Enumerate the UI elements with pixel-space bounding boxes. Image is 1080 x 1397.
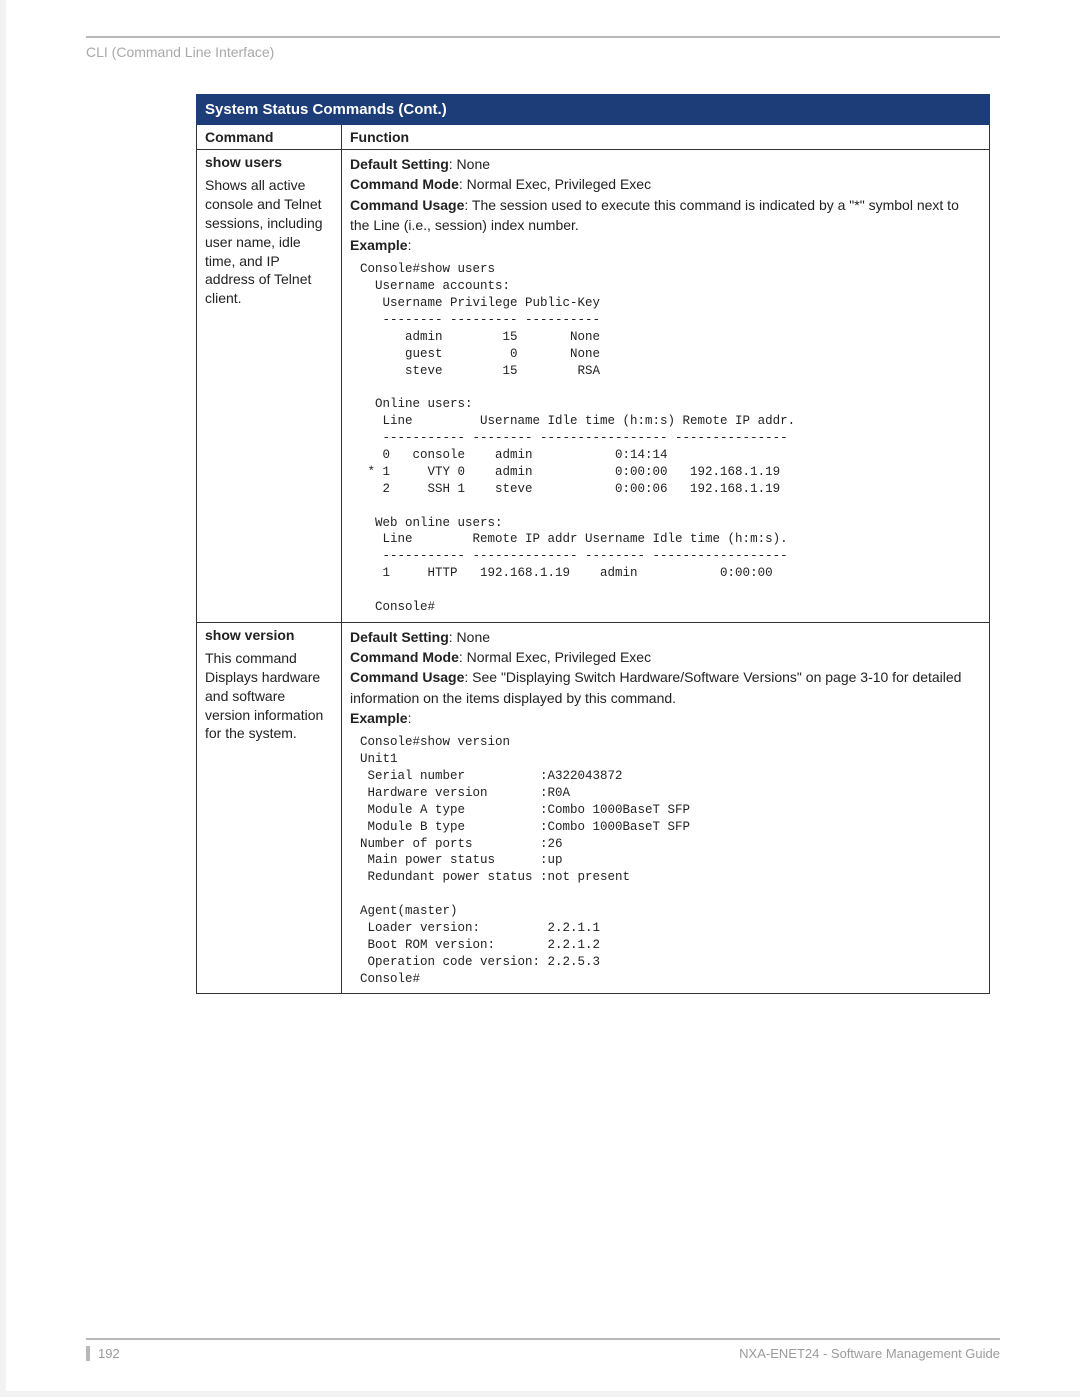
command-description: This command Displays hardware and softw…	[205, 649, 333, 743]
example-output: Console#show version Unit1 Serial number…	[360, 734, 981, 987]
default-setting-label: Default Setting	[350, 156, 449, 172]
page-footer: 192 NXA-ENET24 - Software Management Gui…	[86, 1338, 1000, 1361]
function-cell: Default Setting: None Command Mode: Norm…	[342, 622, 990, 994]
command-mode-value: : Normal Exec, Privileged Exec	[459, 176, 651, 192]
function-cell: Default Setting: None Command Mode: Norm…	[342, 150, 990, 623]
page: CLI (Command Line Interface) System Stat…	[0, 0, 1080, 1397]
example-label: Example	[350, 710, 408, 726]
running-header: CLI (Command Line Interface)	[86, 44, 1000, 60]
content-area: System Status Commands (Cont.) Command F…	[196, 94, 990, 994]
header-rule	[86, 36, 1000, 38]
system-status-commands-table: System Status Commands (Cont.) Command F…	[196, 94, 990, 994]
command-usage-label: Command Usage	[350, 669, 464, 685]
command-cell: show users Shows all active console and …	[197, 150, 342, 623]
example-label: Example	[350, 237, 408, 253]
command-mode-label: Command Mode	[350, 649, 459, 665]
default-setting-label: Default Setting	[350, 629, 449, 645]
table-row: show users Shows all active console and …	[197, 150, 990, 623]
footer-rule	[86, 1338, 1000, 1340]
table-row: show version This command Displays hardw…	[197, 622, 990, 994]
default-setting-value: : None	[449, 156, 490, 172]
table-title: System Status Commands (Cont.)	[197, 95, 990, 125]
example-output: Console#show users Username accounts: Us…	[360, 261, 981, 615]
command-mode-value: : Normal Exec, Privileged Exec	[459, 649, 651, 665]
command-name: show users	[205, 154, 333, 170]
column-header-command: Command	[197, 125, 342, 150]
default-setting-value: : None	[449, 629, 490, 645]
command-cell: show version This command Displays hardw…	[197, 622, 342, 994]
column-header-function: Function	[342, 125, 990, 150]
page-number: 192	[86, 1346, 120, 1361]
doc-title: NXA-ENET24 - Software Management Guide	[739, 1346, 1000, 1361]
command-usage-label: Command Usage	[350, 197, 464, 213]
command-description: Shows all active console and Telnet sess…	[205, 176, 333, 308]
command-name: show version	[205, 627, 333, 643]
command-mode-label: Command Mode	[350, 176, 459, 192]
